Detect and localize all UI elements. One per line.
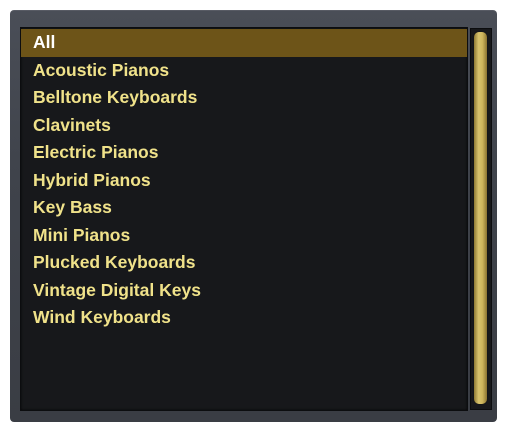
list-item-key-bass[interactable]: Key Bass <box>21 194 467 222</box>
list-item-plucked-keyboards[interactable]: Plucked Keyboards <box>21 249 467 277</box>
category-list-panel: All Acoustic Pianos Belltone Keyboards C… <box>20 27 468 411</box>
scrollbar-thumb[interactable] <box>474 32 487 404</box>
list-item-hybrid-pianos[interactable]: Hybrid Pianos <box>21 167 467 195</box>
list-item-vintage-digital-keys[interactable]: Vintage Digital Keys <box>21 277 467 305</box>
list-item-all[interactable]: All <box>21 29 467 57</box>
list-scrollbar[interactable] <box>470 28 492 410</box>
list-item-wind-keyboards[interactable]: Wind Keyboards <box>21 304 467 332</box>
list-item-acoustic-pianos[interactable]: Acoustic Pianos <box>21 57 467 85</box>
list-item-belltone-keyboards[interactable]: Belltone Keyboards <box>21 84 467 112</box>
list-item-clavinets[interactable]: Clavinets <box>21 112 467 140</box>
list-item-mini-pianos[interactable]: Mini Pianos <box>21 222 467 250</box>
list-item-electric-pianos[interactable]: Electric Pianos <box>21 139 467 167</box>
category-list: All Acoustic Pianos Belltone Keyboards C… <box>21 29 467 332</box>
